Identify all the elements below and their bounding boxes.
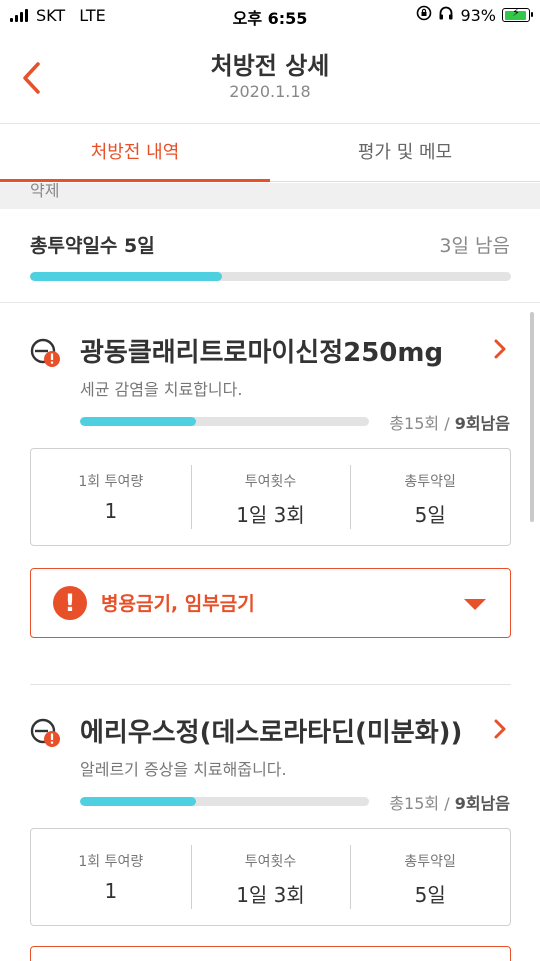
contraindication-dropdown-partial[interactable] [30, 946, 511, 961]
caret-down-icon [464, 599, 486, 610]
stat-dose-amount: 1회 투여량 1 [31, 449, 191, 545]
tab-prescription-details[interactable]: 처방전 내역 [0, 124, 270, 182]
stat-label: 총투약일 [404, 854, 456, 870]
dose-remaining: 9회남음 [454, 414, 510, 433]
stat-label: 1회 투여량 [78, 474, 144, 490]
tab-bar: 처방전 내역 평가 및 메모 [0, 124, 540, 182]
stat-label: 투여횟수 [244, 854, 297, 870]
drug-name[interactable]: 광동클래리트로마이신정250mg [80, 332, 443, 369]
drug-card: 에리우스정(데스로라타딘(미분화)) 알레르기 증상을 치료해줍니다. 총15회… [0, 684, 540, 961]
chevron-right-icon[interactable] [492, 338, 508, 360]
stat-value: 5일 [414, 503, 446, 527]
stat-frequency: 투여횟수 1일 3회 [190, 829, 351, 925]
prescription-date: 2020.1.18 [229, 82, 311, 101]
chevron-right-icon[interactable] [492, 718, 508, 740]
drug-name[interactable]: 에리우스정(데스로라타딘(미분화)) [80, 712, 462, 749]
dose-remaining: 9회남음 [454, 794, 510, 813]
total-days-label: 총투약일수 5일 [30, 235, 155, 257]
stat-value: 1 [104, 499, 118, 523]
stat-value: 5일 [414, 883, 446, 907]
stat-value: 1일 3회 [236, 503, 305, 527]
stat-total-days: 총투약일 5일 [350, 449, 510, 545]
tab-review-memo[interactable]: 평가 및 메모 [270, 124, 540, 181]
dosage-stats: 1회 투여량 1 투여횟수 1일 3회 총투약일 5일 [30, 828, 511, 926]
battery-icon: ⚡ [502, 6, 533, 22]
dose-total: 총15회 [389, 794, 440, 813]
partial-section-text: 약제 [30, 183, 60, 200]
dose-count: 총15회 / 9회남음 [389, 790, 510, 814]
total-progress-bar [30, 272, 511, 281]
status-bar: SKT LTE 오후 6:55 93% ⚡ [0, 0, 540, 32]
scrollbar[interactable] [530, 312, 534, 522]
contraindication-text: 병용금기, 임부금기 [101, 593, 255, 615]
pill-warning-icon [30, 718, 60, 747]
stat-total-days: 총투약일 5일 [350, 829, 510, 925]
dosage-stats: 1회 투여량 1 투여횟수 1일 3회 총투약일 5일 [30, 448, 511, 546]
pill-warning-icon [30, 338, 60, 367]
drug-description: 세균 감염을 치료합니다. [80, 380, 243, 399]
battery-percent: 93% [460, 5, 496, 25]
header: 처방전 상세 2020.1.18 [0, 32, 540, 124]
dose-separator: / [439, 414, 455, 433]
dose-total: 총15회 [389, 414, 440, 433]
stat-dose-amount: 1회 투여량 1 [31, 829, 191, 925]
stat-label: 총투약일 [404, 474, 456, 490]
stat-value: 1일 3회 [236, 883, 305, 907]
exclamation-icon: ! [53, 586, 87, 620]
rotation-lock-icon [416, 5, 432, 25]
stat-label: 투여횟수 [244, 474, 297, 490]
dose-count: 총15회 / 9회남음 [389, 410, 510, 434]
dose-separator: / [439, 794, 455, 813]
drug-card: 광동클래리트로마이신정250mg 세균 감염을 치료합니다. 총15회 / 9회… [0, 304, 540, 664]
days-remaining: 3일 남음 [439, 235, 510, 257]
status-right: 93% ⚡ [416, 5, 533, 25]
drug-description: 알레르기 증상을 치료해줍니다. [80, 760, 287, 779]
stat-value: 1 [104, 879, 118, 903]
stat-label: 1회 투여량 [78, 854, 144, 870]
partial-section-header: 약제 [0, 183, 540, 209]
contraindication-dropdown[interactable]: ! 병용금기, 임부금기 [30, 568, 511, 638]
headphones-icon [438, 5, 454, 25]
drug-progress-bar [80, 417, 369, 426]
drug-progress-bar [80, 797, 369, 806]
page-title: 처방전 상세 [210, 52, 330, 80]
stat-frequency: 투여횟수 1일 3회 [190, 449, 351, 545]
total-days-summary: 총투약일수 5일 3일 남음 [0, 209, 540, 303]
